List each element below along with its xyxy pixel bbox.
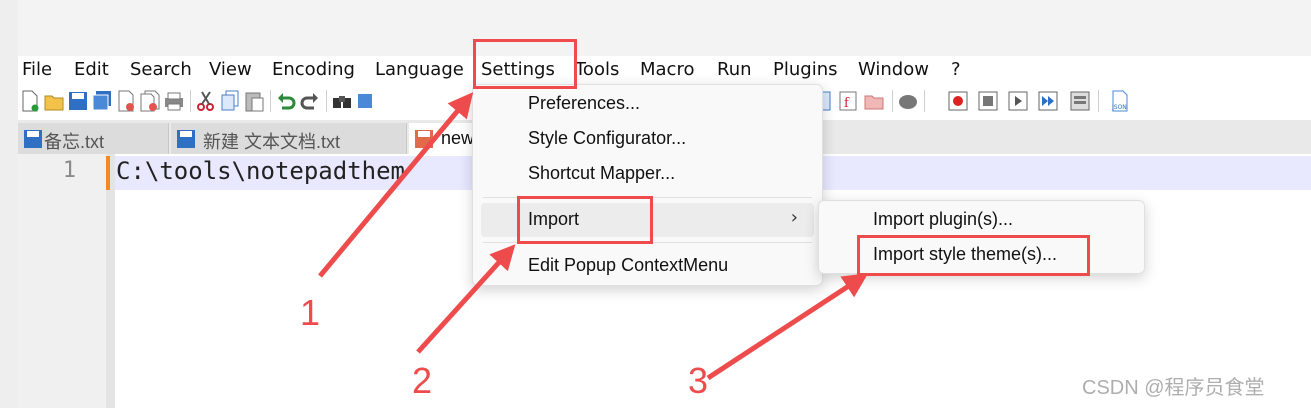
arrow-3	[706, 273, 869, 381]
watermark: CSDN @程序员食堂	[1082, 377, 1265, 399]
annotation-arrows	[318, 92, 869, 381]
annotation-number-2: 2	[412, 360, 433, 401]
arrow-2	[416, 244, 516, 354]
annotation-number-1: 1	[300, 292, 321, 333]
arrow-1	[318, 92, 474, 278]
annotation-number-3: 3	[688, 360, 709, 401]
